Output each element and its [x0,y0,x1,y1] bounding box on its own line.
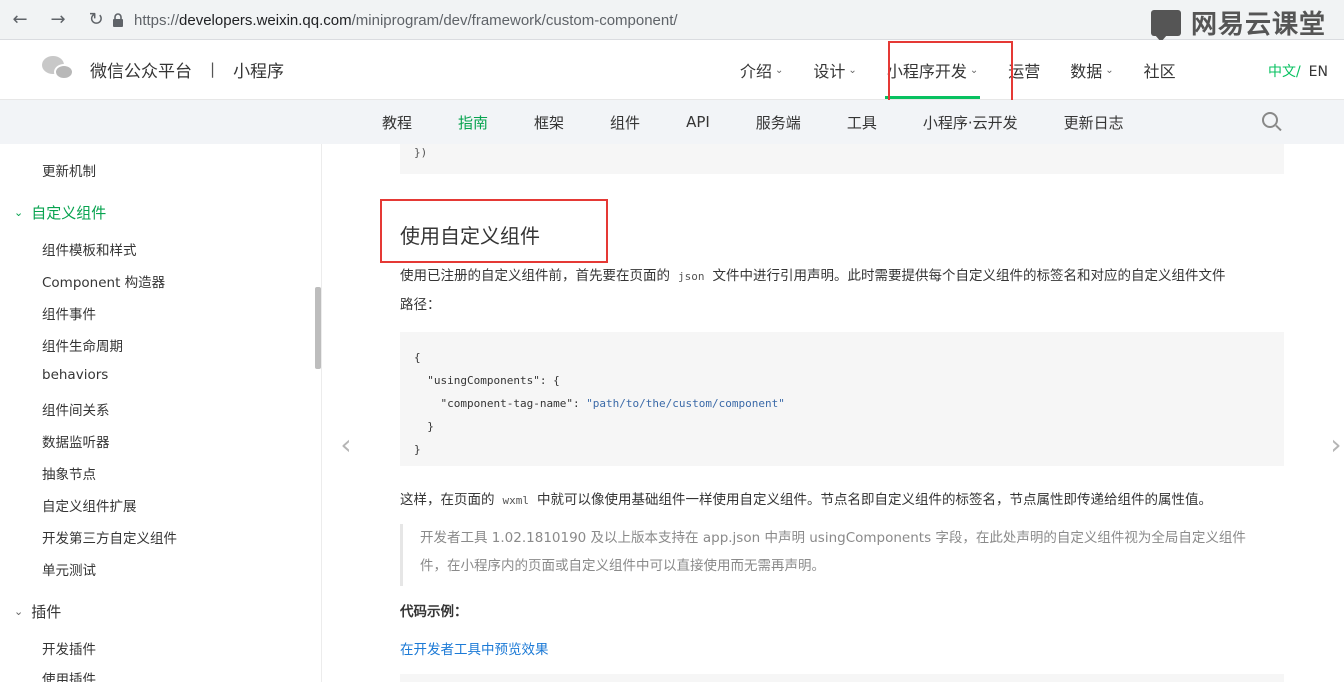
back-arrow-icon[interactable]: ← [8,8,32,32]
chevron-down-icon: ⌄ [14,206,24,219]
watermark: 网易云课堂 [1150,4,1326,42]
sidebar-item[interactable]: 组件模板和样式 [42,239,137,259]
sidebar-item-update[interactable]: 更新机制 [42,160,96,180]
chevron-down-icon: ⌄ [848,64,857,76]
brand-separator: | [210,60,216,78]
top-nav-design[interactable]: 设计 ⌄ [813,40,856,100]
next-page-icon[interactable]: › [1326,430,1344,460]
inline-code: json [678,270,705,283]
prev-page-icon[interactable]: ‹ [336,430,356,460]
highlight-box-heading [380,199,608,263]
sub-nav: 教程 指南 框架 组件 API 服务端 工具 小程序·云开发 更新日志 [0,100,1344,144]
top-nav-ops[interactable]: 运营 [1008,40,1040,100]
sidebar-item[interactable]: 组件生命周期 [42,335,123,355]
site-header: 微信公众平台 | 小程序 介绍 ⌄ 设计 ⌄ 小程序开发 ⌄ 运营 数据 ⌄ 社区 中文… [0,40,1344,100]
chevron-down-icon: ⌄ [1105,64,1114,76]
reload-icon[interactable]: ↻ [84,8,108,32]
subnav-api[interactable]: API [686,113,710,131]
url-text: https://developers.weixin.qq.com/minipro… [134,11,678,29]
sidebar-item[interactable]: 组件间关系 [42,399,110,419]
watermark-logo-icon [1150,9,1181,42]
top-nav-community[interactable]: 社区 [1144,40,1176,100]
highlight-box-nav [888,41,1013,107]
inline-code: wxml [502,494,530,507]
search-icon[interactable] [1260,110,1284,134]
sidebar-section-custom-component[interactable]: ⌄ 自定义组件 [14,202,106,223]
browser-toolbar: ← → ↻ https://developers.weixin.qq.com/m… [0,0,1344,42]
subnav-tutorial[interactable]: 教程 [382,112,412,133]
language-switch: 中文/EN [1268,61,1328,81]
sidebar-item[interactable]: 使用插件 [42,668,96,682]
lang-zh-link[interactable]: 中文/ [1268,64,1301,80]
sidebar-scrollbar[interactable] [315,287,321,369]
subnav-framework[interactable]: 框架 [534,112,564,133]
sidebar-item[interactable]: 数据监听器 [42,431,110,451]
note-blockquote: 开发者工具 1.02.1810190 及以上版本支持在 app.json 中声明… [400,524,1284,586]
wechat-logo-icon [42,54,78,84]
forward-arrow-icon[interactable]: → [46,8,70,32]
sidebar: 更新机制 ⌄ 自定义组件 组件模板和样式 Component 构造器 组件事件 … [0,144,322,682]
subnav-cloud[interactable]: 小程序·云开发 [923,112,1018,133]
code-block: { "usingComponents": { "component-tag-na… [400,332,1284,466]
subnav-guide[interactable]: 指南 [458,112,488,133]
chevron-down-icon: ⌄ [775,64,784,76]
chevron-down-icon: ⌄ [14,605,24,618]
paragraph-intro: 使用已注册的自定义组件前，首先要在页面的 json 文件中进行引用声明。此时需要提供… [400,268,1226,313]
sidebar-item[interactable]: behaviors [42,367,108,383]
subnav-component[interactable]: 组件 [610,112,640,133]
code-block-top: }) [400,144,1284,174]
sidebar-section-plugin[interactable]: ⌄ 插件 [14,601,61,622]
brand-subtitle: 小程序 [233,61,285,82]
subnav-tools[interactable]: 工具 [847,112,877,133]
code-block-bottom [400,674,1284,682]
brand[interactable]: 微信公众平台 | 小程序 [42,54,284,84]
sidebar-item[interactable]: 单元测试 [42,559,96,579]
subnav-server[interactable]: 服务端 [756,112,801,133]
top-nav-intro[interactable]: 介绍 ⌄ [740,40,783,100]
top-nav-data[interactable]: 数据 ⌄ [1070,40,1113,100]
sidebar-item[interactable]: 组件事件 [42,303,96,323]
sidebar-item[interactable]: 抽象节点 [42,463,96,483]
lang-en-link[interactable]: EN [1309,64,1328,80]
sidebar-item[interactable]: 开发插件 [42,638,96,658]
lock-icon [112,13,124,27]
sidebar-item[interactable]: 自定义组件扩展 [42,495,137,515]
sidebar-item[interactable]: 开发第三方自定义组件 [42,527,177,547]
sidebar-item[interactable]: Component 构造器 [42,271,165,291]
example-label: 代码示例： [400,604,468,620]
address-bar[interactable]: https://developers.weixin.qq.com/minipro… [112,6,1212,34]
paragraph-usage: 这样，在页面的 wxml 中就可以像使用基础组件一样使用自定义组件。节点名即自定义组… [400,492,1212,508]
brand-name: 微信公众平台 [90,61,192,82]
subnav-changelog[interactable]: 更新日志 [1064,112,1124,133]
preview-link[interactable]: 在开发者工具中预览效果 [400,638,549,658]
